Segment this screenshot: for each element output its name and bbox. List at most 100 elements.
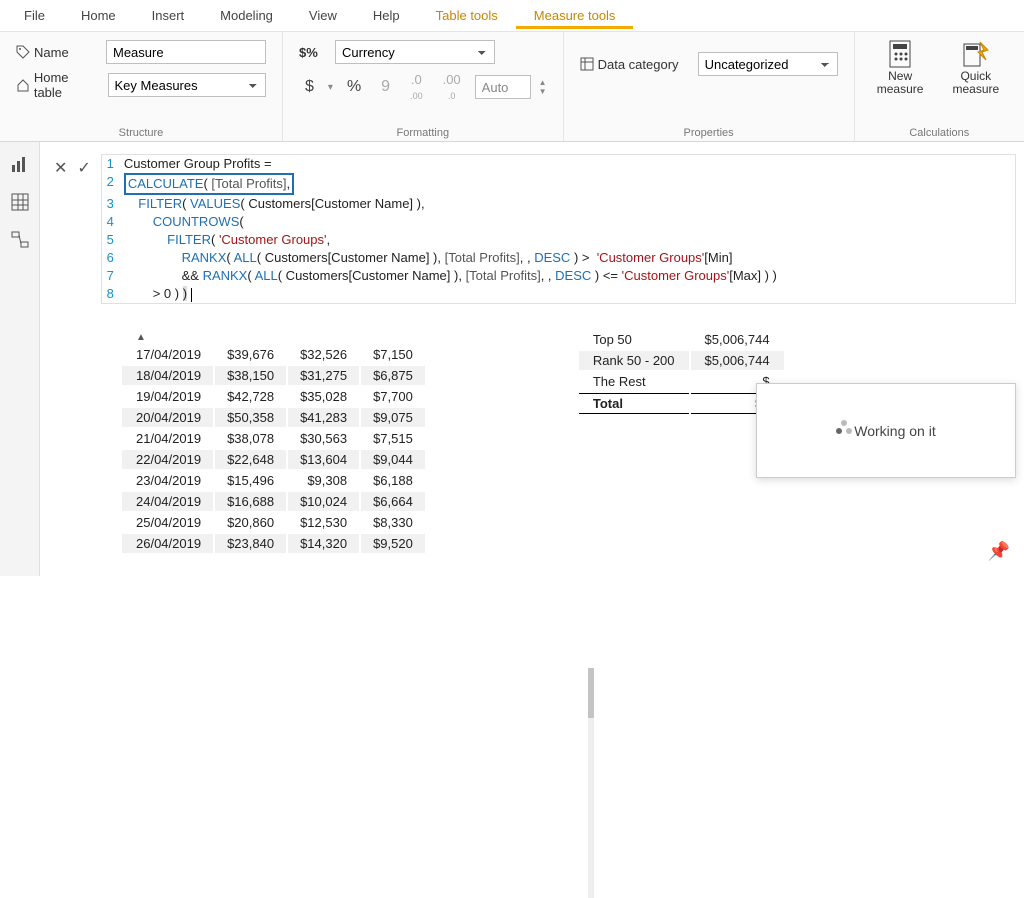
cell: $31,275: [288, 366, 359, 385]
text-cursor: [191, 288, 192, 302]
table-row[interactable]: 23/04/2019$15,496$9,308$6,188: [122, 471, 425, 490]
commit-formula-button[interactable]: ✓: [77, 158, 90, 178]
cell: $12,530: [288, 513, 359, 532]
code-line: COUNTROWS(: [120, 213, 244, 231]
cell: $23,840: [215, 534, 286, 553]
data-view-button[interactable]: [8, 190, 32, 214]
cell: $6,875: [361, 366, 425, 385]
cell: $14,320: [288, 534, 359, 553]
cell: $16,688: [215, 492, 286, 511]
table-row[interactable]: 19/04/2019$42,728$35,028$7,700: [122, 387, 425, 406]
pin-icon[interactable]: 📌: [988, 541, 1010, 562]
cell: $41,283: [288, 408, 359, 427]
formula-bar: ✕ ✓ 1Customer Group Profits = 2CALCULATE…: [40, 154, 1024, 304]
code-line: CALCULATE( [Total Profits],: [120, 173, 294, 195]
scrollbar-thumb[interactable]: [588, 668, 594, 718]
cell: $7,515: [361, 429, 425, 448]
table-row[interactable]: 22/04/2019$22,648$13,604$9,044: [122, 450, 425, 469]
cell: 25/04/2019: [122, 513, 213, 532]
table-row[interactable]: 17/04/2019$39,676$32,526$7,150: [122, 345, 425, 364]
decimals-increase-button[interactable]: .00.0: [437, 70, 467, 104]
cell: Top 50: [579, 330, 689, 349]
line-number: 4: [102, 213, 120, 231]
ribbon-group-formatting: $% Currency $▾ % 9 .0.00 .00.0 ▲▼ Format…: [283, 32, 564, 141]
menu-table-tools[interactable]: Table tools: [418, 2, 516, 29]
report-view-button[interactable]: [8, 152, 32, 176]
stepper-up[interactable]: ▲: [539, 78, 547, 87]
model-view-button[interactable]: [8, 228, 32, 252]
table-row[interactable]: 26/04/2019$23,840$14,320$9,520: [122, 534, 425, 553]
data-category-select[interactable]: Uncategorized: [698, 52, 838, 76]
measure-name-input[interactable]: [106, 40, 266, 64]
menu-file[interactable]: File: [6, 2, 63, 29]
ribbon-group-properties: Data category Uncategorized Properties: [564, 32, 855, 141]
cell: $9,308: [288, 471, 359, 490]
new-measure-label: New measure: [871, 70, 930, 96]
currency-button[interactable]: $: [299, 76, 320, 98]
sort-asc-icon[interactable]: ▲: [136, 332, 146, 343]
line-number: 1: [102, 155, 120, 173]
cell: $35,028: [288, 387, 359, 406]
cell: $9,044: [361, 450, 425, 469]
cell: $39,676: [215, 345, 286, 364]
format-icon-label: $%: [299, 45, 327, 60]
cell: 21/04/2019: [122, 429, 213, 448]
table-row[interactable]: 18/04/2019$38,150$31,275$6,875: [122, 366, 425, 385]
cell: 23/04/2019: [122, 471, 213, 490]
menu-home[interactable]: Home: [63, 2, 134, 29]
cell: $22,648: [215, 450, 286, 469]
cell: 19/04/2019: [122, 387, 213, 406]
total-label: Total: [579, 393, 689, 414]
decimals-decrease-button[interactable]: .0.00: [404, 70, 429, 104]
scrollbar[interactable]: [588, 668, 594, 898]
line-number: 2: [102, 173, 120, 195]
code-line: RANKX( ALL( Customers[Customer Name] ), …: [120, 249, 733, 267]
cell: $6,188: [361, 471, 425, 490]
menu-modeling[interactable]: Modeling: [202, 2, 291, 29]
cancel-formula-button[interactable]: ✕: [54, 158, 67, 178]
cell: $50,358: [215, 408, 286, 427]
stepper-down[interactable]: ▼: [539, 87, 547, 96]
menu-measure-tools[interactable]: Measure tools: [516, 2, 634, 29]
loading-tooltip: Working on it: [756, 383, 1016, 478]
quick-measure-button[interactable]: Quick measure: [944, 40, 1008, 96]
cell: $32,526: [288, 345, 359, 364]
cell: $9,520: [361, 534, 425, 553]
table-row[interactable]: 20/04/2019$50,358$41,283$9,075: [122, 408, 425, 427]
home-table-select[interactable]: Key Measures: [108, 73, 266, 97]
cell: The Rest: [579, 372, 689, 391]
menu-view[interactable]: View: [291, 2, 355, 29]
cell: $38,150: [215, 366, 286, 385]
menu-insert[interactable]: Insert: [134, 2, 203, 29]
code-line: Customer Group Profits =: [120, 155, 272, 173]
table-row[interactable]: 25/04/2019$20,860$12,530$8,330: [122, 513, 425, 532]
line-number: 7: [102, 267, 120, 285]
comma-button[interactable]: 9: [375, 76, 396, 98]
line-number: 8: [102, 285, 120, 303]
table-row[interactable]: Rank 50 - 200$5,006,744: [579, 351, 784, 370]
cell: $8,330: [361, 513, 425, 532]
table-row[interactable]: Top 50$5,006,744: [579, 330, 784, 349]
data-table-right: Top 50$5,006,744 Rank 50 - 200$5,006,744 T…: [577, 328, 786, 416]
right-table-visual[interactable]: Top 50$5,006,744 Rank 50 - 200$5,006,744 T…: [577, 328, 786, 555]
decimal-places-input[interactable]: [475, 75, 531, 99]
data-category-label: Data category: [580, 57, 690, 72]
line-number: 5: [102, 231, 120, 249]
home-table-label-text: Home table: [34, 70, 100, 100]
quick-measure-label: Quick measure: [944, 70, 1008, 96]
table-row[interactable]: 21/04/2019$38,078$30,563$7,515: [122, 429, 425, 448]
table-row[interactable]: 24/04/2019$16,688$10,024$6,664: [122, 492, 425, 511]
home-icon: [16, 78, 30, 92]
format-select[interactable]: Currency: [335, 40, 495, 64]
percent-button[interactable]: %: [341, 76, 367, 98]
menu-help[interactable]: Help: [355, 2, 418, 29]
cell: $7,700: [361, 387, 425, 406]
left-table-visual[interactable]: ▲ 17/04/2019$39,676$32,526$7,150 18/04/20…: [120, 328, 427, 555]
table-row[interactable]: The Rest$: [579, 372, 784, 391]
line-number: 3: [102, 195, 120, 213]
spinner-icon: [836, 428, 842, 434]
cell: $13,604: [288, 450, 359, 469]
group-title-properties: Properties: [580, 123, 838, 139]
new-measure-button[interactable]: New measure: [871, 40, 930, 96]
dax-editor[interactable]: 1Customer Group Profits = 2CALCULATE( [T…: [101, 154, 1016, 304]
